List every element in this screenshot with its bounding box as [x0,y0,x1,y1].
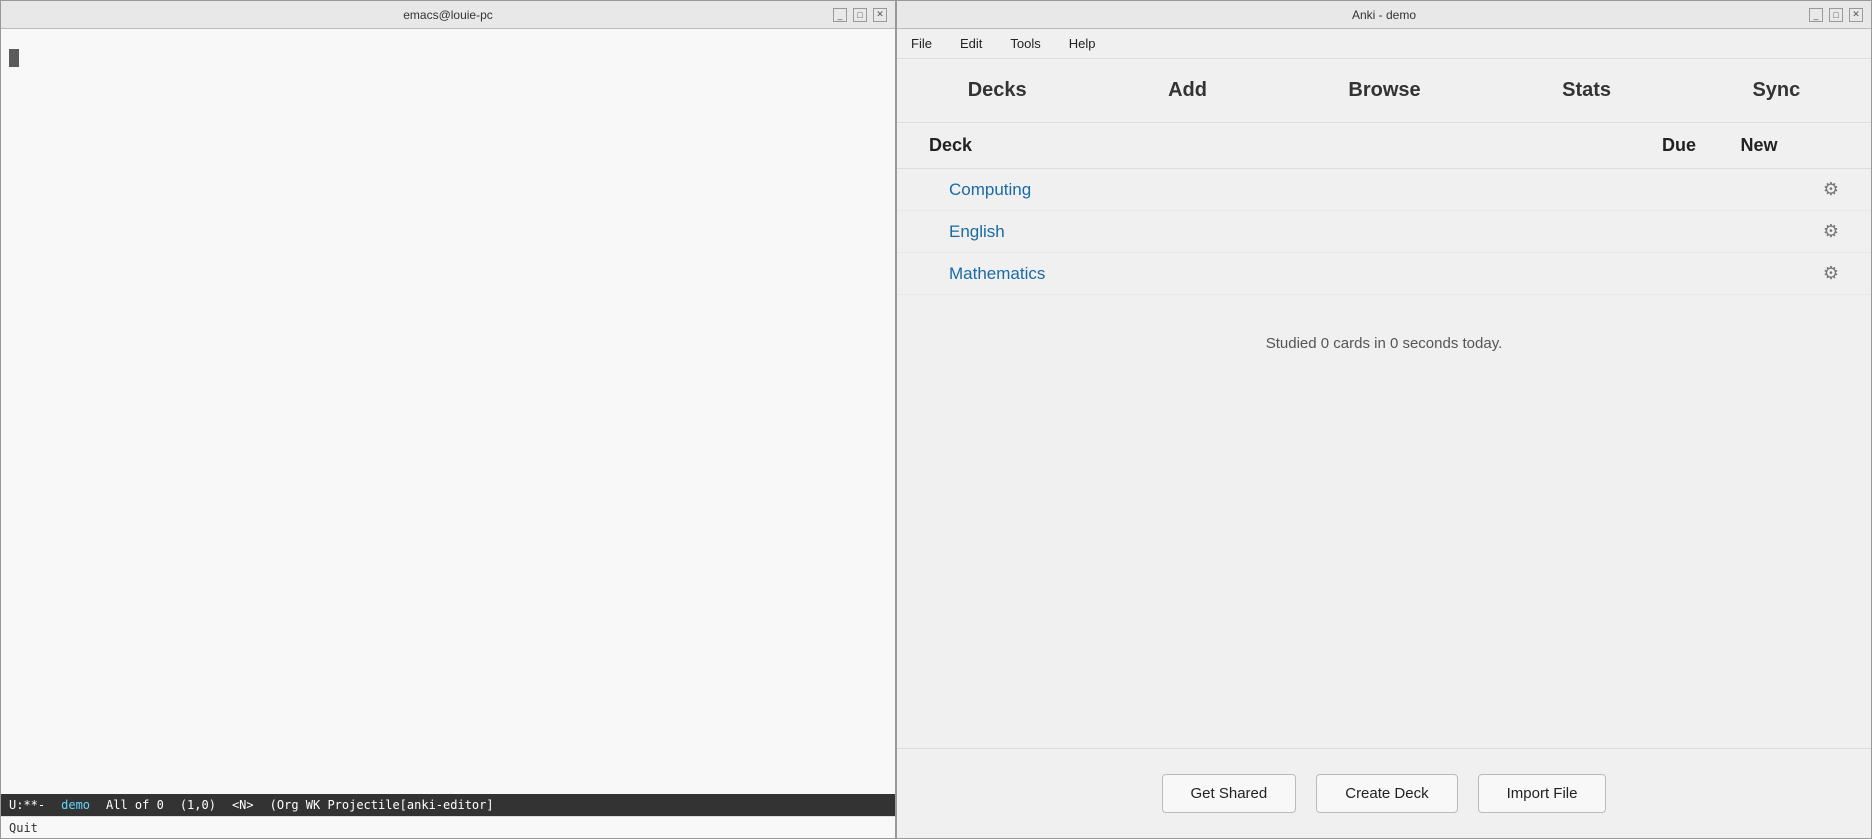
menu-help[interactable]: Help [1063,34,1102,53]
nav-browse[interactable]: Browse [1328,71,1440,110]
anki-titlebar-buttons: _ □ ✕ [1809,8,1863,22]
nav-decks[interactable]: Decks [948,71,1047,110]
emacs-position: All of 0 [106,798,164,812]
emacs-editor-area[interactable] [1,29,895,794]
deck-row-mathematics[interactable]: Mathematics ⚙ [897,253,1871,295]
anki-title: Anki - demo [1352,8,1416,22]
header-new: New [1719,135,1799,156]
anki-maximize-button[interactable]: □ [1829,8,1843,22]
get-shared-button[interactable]: Get Shared [1162,774,1297,813]
emacs-minibuffer-text: Quit [9,821,38,835]
emacs-nav-mode: <N> [232,798,254,812]
emacs-maximize-button[interactable]: □ [853,8,867,22]
anki-minimize-button[interactable]: _ [1809,8,1823,22]
deck-gear-computing[interactable]: ⚙ [1799,179,1839,200]
anki-footer: Get Shared Create Deck Import File [897,748,1871,838]
anki-window: Anki - demo _ □ ✕ File Edit Tools Help D… [896,0,1872,839]
nav-add[interactable]: Add [1148,71,1227,110]
header-due: Due [1639,135,1719,156]
deck-row-computing[interactable]: Computing ⚙ [897,169,1871,211]
deck-gear-mathematics[interactable]: ⚙ [1799,263,1839,284]
emacs-cursor-pos: (1,0) [180,798,216,812]
anki-titlebar: Anki - demo _ □ ✕ [897,1,1871,29]
deck-area: Deck Due New Computing ⚙ English ⚙ Mathe… [897,123,1871,748]
emacs-titlebar: emacs@louie-pc _ □ ✕ [1,1,895,29]
menu-tools[interactable]: Tools [1004,34,1046,53]
menu-edit[interactable]: Edit [954,34,988,53]
emacs-window: emacs@louie-pc _ □ ✕ U:**- demo All of 0… [0,0,896,839]
anki-menubar: File Edit Tools Help [897,29,1871,59]
anki-navbar: Decks Add Browse Stats Sync [897,59,1871,123]
emacs-close-button[interactable]: ✕ [873,8,887,22]
create-deck-button[interactable]: Create Deck [1316,774,1457,813]
studied-text: Studied 0 cards in 0 seconds today. [897,295,1871,392]
emacs-cursor [9,49,19,67]
deck-row-english[interactable]: English ⚙ [897,211,1871,253]
emacs-mode-indicator: U:**- [9,798,45,812]
header-deck: Deck [929,135,1639,156]
emacs-title: emacs@louie-pc [403,8,493,22]
deck-name-computing[interactable]: Computing [949,180,1639,200]
menu-file[interactable]: File [905,34,938,53]
deck-gear-english[interactable]: ⚙ [1799,221,1839,242]
emacs-minibuffer[interactable]: Quit [1,816,895,838]
nav-stats[interactable]: Stats [1542,71,1631,110]
import-file-button[interactable]: Import File [1478,774,1607,813]
deck-name-english[interactable]: English [949,222,1639,242]
emacs-minimize-button[interactable]: _ [833,8,847,22]
emacs-titlebar-buttons: _ □ ✕ [833,8,887,22]
emacs-minor-modes: (Org WK Projectile[anki-editor] [270,798,494,812]
nav-sync[interactable]: Sync [1732,71,1820,110]
deck-name-mathematics[interactable]: Mathematics [949,264,1639,284]
emacs-buffer-name: demo [61,798,90,812]
deck-table-header: Deck Due New [897,123,1871,169]
anki-close-button[interactable]: ✕ [1849,8,1863,22]
emacs-statusbar: U:**- demo All of 0 (1,0) <N> (Org WK Pr… [1,794,895,816]
